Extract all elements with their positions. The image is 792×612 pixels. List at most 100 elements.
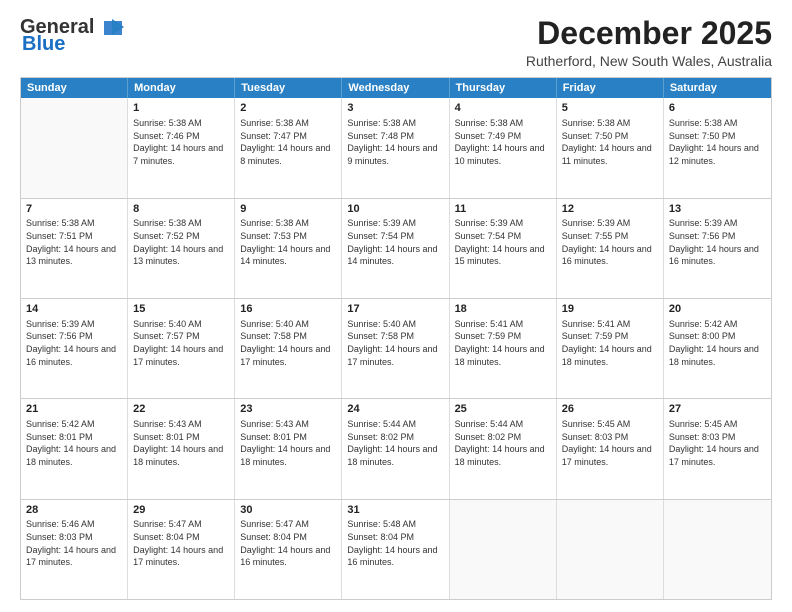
calendar-cell-1-7: 6Sunrise: 5:38 AMSunset: 7:50 PMDaylight…	[664, 98, 771, 197]
header-thursday: Thursday	[450, 78, 557, 98]
header-wednesday: Wednesday	[342, 78, 449, 98]
calendar-cell-2-5: 11Sunrise: 5:39 AMSunset: 7:54 PMDayligh…	[450, 199, 557, 298]
calendar-cell-1-6: 5Sunrise: 5:38 AMSunset: 7:50 PMDaylight…	[557, 98, 664, 197]
cell-info: Sunrise: 5:44 AMSunset: 8:02 PMDaylight:…	[455, 418, 551, 468]
cell-info: Sunrise: 5:43 AMSunset: 8:01 PMDaylight:…	[133, 418, 229, 468]
cell-info: Sunrise: 5:38 AMSunset: 7:46 PMDaylight:…	[133, 117, 229, 167]
logo: General Blue	[20, 16, 124, 56]
calendar-cell-4-4: 24Sunrise: 5:44 AMSunset: 8:02 PMDayligh…	[342, 399, 449, 498]
calendar-cell-3-2: 15Sunrise: 5:40 AMSunset: 7:57 PMDayligh…	[128, 299, 235, 398]
calendar-body: 1Sunrise: 5:38 AMSunset: 7:46 PMDaylight…	[21, 98, 771, 599]
title-section: December 2025 Rutherford, New South Wale…	[526, 16, 772, 69]
calendar-cell-5-6	[557, 500, 664, 599]
calendar-cell-5-7	[664, 500, 771, 599]
cell-info: Sunrise: 5:42 AMSunset: 8:01 PMDaylight:…	[26, 418, 122, 468]
calendar-cell-2-6: 12Sunrise: 5:39 AMSunset: 7:55 PMDayligh…	[557, 199, 664, 298]
cell-info: Sunrise: 5:47 AMSunset: 8:04 PMDaylight:…	[240, 518, 336, 568]
day-number: 30	[240, 503, 336, 518]
calendar-week-5: 28Sunrise: 5:46 AMSunset: 8:03 PMDayligh…	[21, 500, 771, 599]
cell-info: Sunrise: 5:39 AMSunset: 7:54 PMDaylight:…	[347, 217, 443, 267]
day-number: 22	[133, 402, 229, 417]
calendar-cell-5-1: 28Sunrise: 5:46 AMSunset: 8:03 PMDayligh…	[21, 500, 128, 599]
header-saturday: Saturday	[664, 78, 771, 98]
day-number: 7	[26, 202, 122, 217]
day-number: 19	[562, 302, 658, 317]
day-number: 23	[240, 402, 336, 417]
day-number: 21	[26, 402, 122, 417]
cell-info: Sunrise: 5:40 AMSunset: 7:58 PMDaylight:…	[240, 318, 336, 368]
cell-info: Sunrise: 5:45 AMSunset: 8:03 PMDaylight:…	[562, 418, 658, 468]
cell-info: Sunrise: 5:46 AMSunset: 8:03 PMDaylight:…	[26, 518, 122, 568]
day-number: 11	[455, 202, 551, 217]
calendar-cell-1-2: 1Sunrise: 5:38 AMSunset: 7:46 PMDaylight…	[128, 98, 235, 197]
cell-info: Sunrise: 5:39 AMSunset: 7:56 PMDaylight:…	[669, 217, 766, 267]
day-number: 27	[669, 402, 766, 417]
calendar-cell-4-3: 23Sunrise: 5:43 AMSunset: 8:01 PMDayligh…	[235, 399, 342, 498]
cell-info: Sunrise: 5:44 AMSunset: 8:02 PMDaylight:…	[347, 418, 443, 468]
calendar-cell-2-2: 8Sunrise: 5:38 AMSunset: 7:52 PMDaylight…	[128, 199, 235, 298]
calendar-cell-4-1: 21Sunrise: 5:42 AMSunset: 8:01 PMDayligh…	[21, 399, 128, 498]
calendar-cell-1-1	[21, 98, 128, 197]
cell-info: Sunrise: 5:39 AMSunset: 7:55 PMDaylight:…	[562, 217, 658, 267]
calendar-cell-1-4: 3Sunrise: 5:38 AMSunset: 7:48 PMDaylight…	[342, 98, 449, 197]
day-number: 16	[240, 302, 336, 317]
header-monday: Monday	[128, 78, 235, 98]
cell-info: Sunrise: 5:41 AMSunset: 7:59 PMDaylight:…	[455, 318, 551, 368]
day-number: 12	[562, 202, 658, 217]
page: General Blue December 2025 Rutherford, N…	[0, 0, 792, 612]
calendar-cell-2-1: 7Sunrise: 5:38 AMSunset: 7:51 PMDaylight…	[21, 199, 128, 298]
day-number: 10	[347, 202, 443, 217]
day-number: 29	[133, 503, 229, 518]
calendar-cell-3-4: 17Sunrise: 5:40 AMSunset: 7:58 PMDayligh…	[342, 299, 449, 398]
day-number: 26	[562, 402, 658, 417]
day-number: 20	[669, 302, 766, 317]
calendar-cell-4-2: 22Sunrise: 5:43 AMSunset: 8:01 PMDayligh…	[128, 399, 235, 498]
day-number: 2	[240, 101, 336, 116]
calendar-cell-5-2: 29Sunrise: 5:47 AMSunset: 8:04 PMDayligh…	[128, 500, 235, 599]
day-number: 9	[240, 202, 336, 217]
day-number: 13	[669, 202, 766, 217]
cell-info: Sunrise: 5:43 AMSunset: 8:01 PMDaylight:…	[240, 418, 336, 468]
cell-info: Sunrise: 5:48 AMSunset: 8:04 PMDaylight:…	[347, 518, 443, 568]
day-number: 25	[455, 402, 551, 417]
calendar-cell-4-6: 26Sunrise: 5:45 AMSunset: 8:03 PMDayligh…	[557, 399, 664, 498]
header-friday: Friday	[557, 78, 664, 98]
calendar-cell-5-3: 30Sunrise: 5:47 AMSunset: 8:04 PMDayligh…	[235, 500, 342, 599]
calendar-cell-5-4: 31Sunrise: 5:48 AMSunset: 8:04 PMDayligh…	[342, 500, 449, 599]
calendar-cell-4-5: 25Sunrise: 5:44 AMSunset: 8:02 PMDayligh…	[450, 399, 557, 498]
day-number: 5	[562, 101, 658, 116]
cell-info: Sunrise: 5:39 AMSunset: 7:56 PMDaylight:…	[26, 318, 122, 368]
header-sunday: Sunday	[21, 78, 128, 98]
day-number: 24	[347, 402, 443, 417]
calendar-cell-2-4: 10Sunrise: 5:39 AMSunset: 7:54 PMDayligh…	[342, 199, 449, 298]
cell-info: Sunrise: 5:38 AMSunset: 7:47 PMDaylight:…	[240, 117, 336, 167]
calendar: Sunday Monday Tuesday Wednesday Thursday…	[20, 77, 772, 600]
cell-info: Sunrise: 5:40 AMSunset: 7:58 PMDaylight:…	[347, 318, 443, 368]
calendar-cell-1-5: 4Sunrise: 5:38 AMSunset: 7:49 PMDaylight…	[450, 98, 557, 197]
day-number: 28	[26, 503, 122, 518]
header: General Blue December 2025 Rutherford, N…	[20, 16, 772, 69]
location: Rutherford, New South Wales, Australia	[526, 53, 772, 69]
calendar-week-4: 21Sunrise: 5:42 AMSunset: 8:01 PMDayligh…	[21, 399, 771, 499]
cell-info: Sunrise: 5:38 AMSunset: 7:52 PMDaylight:…	[133, 217, 229, 267]
cell-info: Sunrise: 5:45 AMSunset: 8:03 PMDaylight:…	[669, 418, 766, 468]
calendar-week-2: 7Sunrise: 5:38 AMSunset: 7:51 PMDaylight…	[21, 199, 771, 299]
calendar-cell-3-3: 16Sunrise: 5:40 AMSunset: 7:58 PMDayligh…	[235, 299, 342, 398]
cell-info: Sunrise: 5:47 AMSunset: 8:04 PMDaylight:…	[133, 518, 229, 568]
cell-info: Sunrise: 5:42 AMSunset: 8:00 PMDaylight:…	[669, 318, 766, 368]
day-number: 15	[133, 302, 229, 317]
day-number: 8	[133, 202, 229, 217]
calendar-week-1: 1Sunrise: 5:38 AMSunset: 7:46 PMDaylight…	[21, 98, 771, 198]
cell-info: Sunrise: 5:38 AMSunset: 7:50 PMDaylight:…	[562, 117, 658, 167]
cell-info: Sunrise: 5:38 AMSunset: 7:48 PMDaylight:…	[347, 117, 443, 167]
cell-info: Sunrise: 5:38 AMSunset: 7:50 PMDaylight:…	[669, 117, 766, 167]
cell-info: Sunrise: 5:38 AMSunset: 7:53 PMDaylight:…	[240, 217, 336, 267]
calendar-cell-5-5	[450, 500, 557, 599]
cell-info: Sunrise: 5:40 AMSunset: 7:57 PMDaylight:…	[133, 318, 229, 368]
calendar-cell-3-6: 19Sunrise: 5:41 AMSunset: 7:59 PMDayligh…	[557, 299, 664, 398]
day-number: 14	[26, 302, 122, 317]
calendar-cell-3-5: 18Sunrise: 5:41 AMSunset: 7:59 PMDayligh…	[450, 299, 557, 398]
cell-info: Sunrise: 5:39 AMSunset: 7:54 PMDaylight:…	[455, 217, 551, 267]
day-number: 4	[455, 101, 551, 116]
day-number: 1	[133, 101, 229, 116]
